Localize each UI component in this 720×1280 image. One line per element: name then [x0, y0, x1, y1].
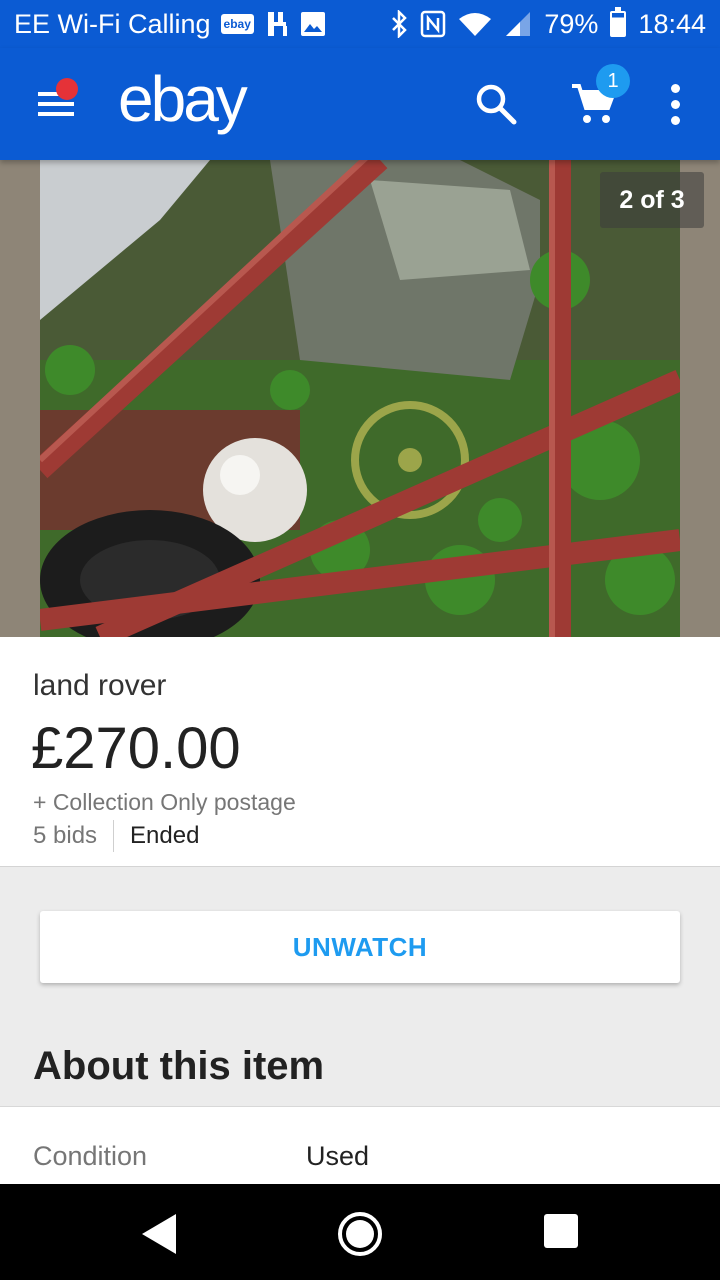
- image-counter: 2 of 3: [600, 172, 704, 228]
- ebay-notification-icon: ebay: [220, 14, 254, 34]
- wifi-icon: [458, 11, 492, 37]
- recents-icon[interactable]: [544, 1214, 578, 1248]
- item-photo-illustration: [40, 160, 680, 637]
- signal-icon: [504, 11, 532, 37]
- menu-button[interactable]: [36, 78, 78, 120]
- more-vert-icon-dot: [671, 116, 680, 125]
- search-button[interactable]: [474, 82, 518, 126]
- back-icon: [142, 1214, 176, 1254]
- navigation-bar: [0, 1184, 720, 1280]
- ebay-logo[interactable]: ebay: [118, 62, 248, 136]
- menu-icon-line: [38, 112, 74, 116]
- cart-count-badge: 1: [596, 64, 630, 98]
- item-price: £270.00: [31, 716, 241, 781]
- carrier-label: EE Wi-Fi Calling: [14, 8, 211, 39]
- status-right: 79% 18:44: [390, 7, 706, 40]
- status-left: EE Wi-Fi Calling ebay: [14, 9, 326, 40]
- more-vert-icon: [671, 84, 680, 93]
- battery-percent: 79%: [544, 8, 599, 39]
- bluetooth-icon: [390, 10, 408, 38]
- more-vert-icon-dot: [671, 100, 680, 109]
- item-photo[interactable]: [40, 160, 680, 637]
- listing-status: Ended: [130, 822, 200, 849]
- item-title: land rover: [33, 669, 167, 702]
- search-icon: [476, 84, 517, 125]
- more-options-button[interactable]: [664, 84, 688, 126]
- image-icon: [300, 11, 326, 37]
- nfc-icon: [420, 10, 446, 38]
- battery-icon: [610, 7, 627, 37]
- about-heading: About this item: [33, 1044, 325, 1088]
- postage-info: + Collection Only postage: [33, 789, 296, 815]
- home-icon: [338, 1212, 382, 1256]
- image-gallery[interactable]: [0, 160, 720, 637]
- screen: EE Wi-Fi Calling ebay 79% 18:44 ebay 1 2…: [0, 0, 720, 1280]
- status-bar: EE Wi-Fi Calling ebay 79% 18:44: [0, 0, 720, 48]
- spec-row-condition: Condition Used: [0, 1106, 720, 1186]
- listing-meta: 5 bids Ended: [33, 820, 199, 852]
- clock: 18:44: [638, 8, 706, 39]
- bid-count[interactable]: 5 bids: [33, 820, 115, 852]
- unwatch-button[interactable]: UNWATCH: [40, 911, 680, 983]
- spec-value: Used: [306, 1141, 370, 1171]
- back-button[interactable]: [138, 1212, 182, 1256]
- notification-dot: [56, 78, 78, 100]
- item-summary: land rover £270.00 + Collection Only pos…: [0, 637, 720, 867]
- menu-icon-line: [38, 102, 74, 106]
- spec-label: Condition: [33, 1141, 148, 1171]
- home-button[interactable]: [336, 1210, 384, 1258]
- usb-debug-icon: [264, 10, 290, 38]
